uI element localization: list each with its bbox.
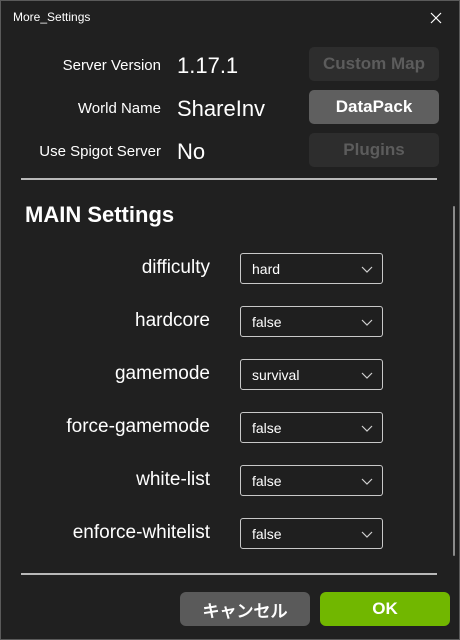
ok-button[interactable]: OK [320,592,450,626]
select-value: survival [252,367,300,383]
server-version-value: 1.17.1 [177,53,239,78]
white-list-select[interactable]: false [240,465,383,496]
setting-label-enforce-whitelist: enforce-whitelist [72,522,210,543]
chevron-down-icon [361,319,373,326]
server-version-label: Server Version [62,57,161,74]
select-value: hard [252,261,281,277]
chevron-down-icon [361,531,373,538]
hardcore-select[interactable]: false [240,306,383,337]
world-name-label: World Name [77,100,161,117]
chevron-down-icon [361,266,373,273]
setting-label-hardcore: hardcore [135,310,210,331]
select-value: false [252,526,282,542]
use-spigot-label: Use Spigot Server [39,143,161,160]
top-divider [21,178,437,180]
window-title: More_Settings [13,10,91,24]
more-settings-window: More_Settings Server Version 1.17.1 Worl… [0,0,460,640]
difficulty-select[interactable]: hard [240,253,383,284]
datapack-button[interactable]: DataPack [309,90,439,124]
bottom-divider [21,573,437,575]
custom-map-button[interactable]: Custom Map [309,47,439,81]
chevron-down-icon [361,372,373,379]
scrollbar-thumb[interactable] [453,206,455,556]
close-button[interactable] [421,5,451,31]
setting-label-force-gamemode: force-gamemode [66,416,210,437]
chevron-down-icon [361,425,373,432]
select-value: false [252,473,282,489]
chevron-down-icon [361,478,373,485]
cancel-button[interactable]: キャンセル [180,592,310,626]
title-bar: More_Settings [1,1,459,33]
use-spigot-value: No [177,139,206,164]
select-value: false [252,420,282,436]
setting-label-gamemode: gamemode [114,363,210,384]
setting-label-difficulty: difficulty [141,257,210,278]
gamemode-select[interactable]: survival [240,359,383,390]
enforce-whitelist-select[interactable]: false [240,518,383,549]
select-value: false [252,314,282,330]
setting-label-white-list: white-list [136,469,210,490]
force-gamemode-select[interactable]: false [240,412,383,443]
world-name-value: ShareInv [177,96,266,121]
close-icon [430,12,442,24]
plugins-button[interactable]: Plugins [309,133,439,167]
section-title: MAIN Settings [25,202,175,227]
